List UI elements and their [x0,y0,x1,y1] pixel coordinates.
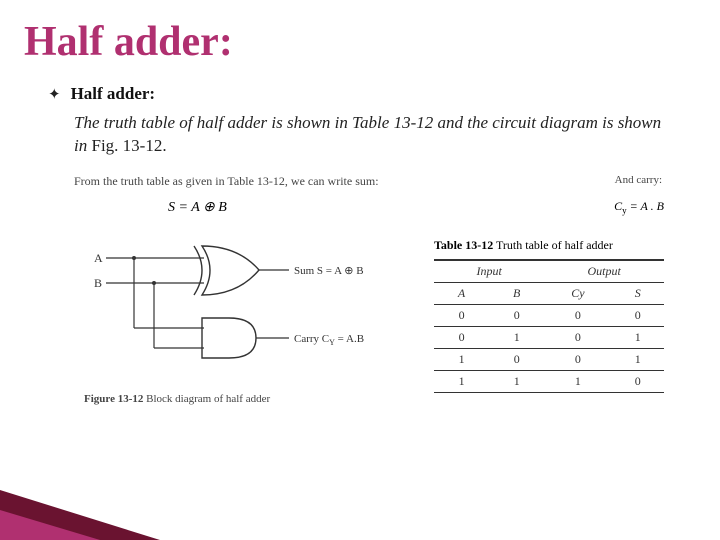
body-tail: Fig. 13-12. [91,136,166,155]
label-b: B [94,276,102,290]
intro-sum-text: From the truth table as given in Table 1… [74,174,379,189]
table-header-cols: A B Cy S [434,282,664,304]
table-caption: Table 13-12 Truth table of half adder [434,238,664,259]
figure-caption-strong: Figure 13-12 [84,393,143,405]
table-caption-strong: Table 13-12 [434,238,493,252]
sub-heading: Half adder: [71,84,156,104]
th-a: A [434,282,489,304]
figure-caption: Figure 13-12 Block diagram of half adder [84,383,404,405]
label-carry: Carry CY = A.B [294,333,364,347]
th-b: B [489,282,544,304]
table-row: 1 0 0 1 [434,348,664,370]
figure-caption-text: Block diagram of half adder [143,393,270,405]
eq-carry-prefix: C [614,199,622,213]
intro-carry-text: And carry: [615,174,664,186]
th-output: Output [544,260,664,283]
circuit-box: A B Sum S = A [84,238,404,405]
xor-gate-icon [202,246,259,295]
body-text: The truth table of half adder is shown i… [48,110,684,168]
bullet-row: ✦ Half adder: [48,84,684,106]
truth-table: Input Output A B Cy S 0 0 0 0 [434,259,664,393]
equation-sum: S = A ⊕ B [168,199,227,216]
table-caption-text: Truth table of half adder [493,238,613,252]
table-row: 0 1 0 1 [434,326,664,348]
th-input: Input [434,260,544,283]
diagram-area: A B Sum S = A [48,220,684,405]
truth-table-body: 0 0 0 0 0 1 0 1 1 0 0 1 [434,304,664,392]
circuit-diagram: A B Sum S = A [84,238,404,378]
table-header-group: Input Output [434,260,664,283]
eq-carry-tail: = A . B [627,199,664,213]
table-row: 0 0 0 0 [434,304,664,326]
label-sum: Sum S = A ⊕ B [294,265,364,277]
intro-row: From the truth table as given in Table 1… [48,168,684,189]
truth-table-box: Table 13-12 Truth table of half adder In… [434,238,664,393]
label-a: A [94,251,103,265]
equation-carry: Cy = A . B [614,199,670,216]
decorative-corner-light [0,510,100,540]
page-title: Half adder: [0,0,720,72]
th-s: S [612,282,664,304]
bullet-icon: ✦ [48,84,61,106]
th-cy: Cy [544,282,611,304]
equations-row: S = A ⊕ B Cy = A . B [48,189,684,220]
table-row: 1 1 1 0 [434,370,664,392]
content-area: ✦ Half adder: The truth table of half ad… [0,72,720,405]
and-gate-icon [202,318,256,358]
